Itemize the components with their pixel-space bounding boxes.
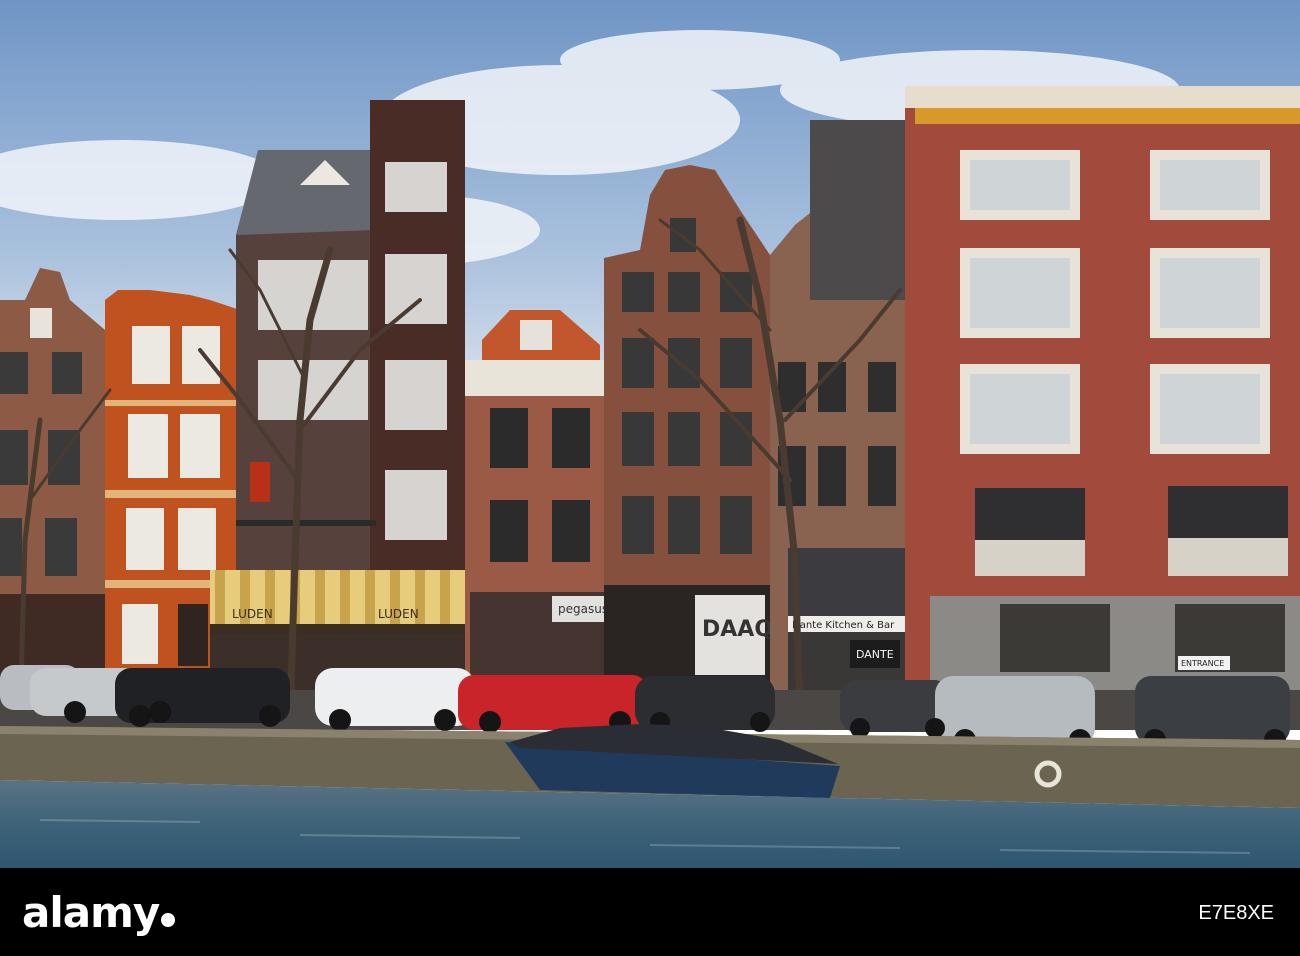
building-far-left [0,268,105,690]
luden-left-sign: LUDEN [232,607,273,621]
daaq-sign: DAAQ [702,617,773,642]
building-narrow: pegasus [465,310,610,690]
dante-awning-sign: Dante Kitchen & Bar [792,620,895,631]
watermark-footer: alamy E7E8XE [0,868,1300,956]
building-dark-tall [236,100,465,570]
luden-right-sign: LUDEN [378,607,419,621]
pegasus-sign: pegasus [558,602,608,616]
entrance-sign: ENTRANCE [1181,659,1224,668]
dante-window-sign: DANTE [856,648,894,661]
canal-street-photo: LUDEN LUDEN pegasus DAAQ Dante Kitchen &… [0,0,1300,868]
alamy-logo: alamy [22,888,176,937]
image-id: E7E8XE [1198,902,1274,924]
